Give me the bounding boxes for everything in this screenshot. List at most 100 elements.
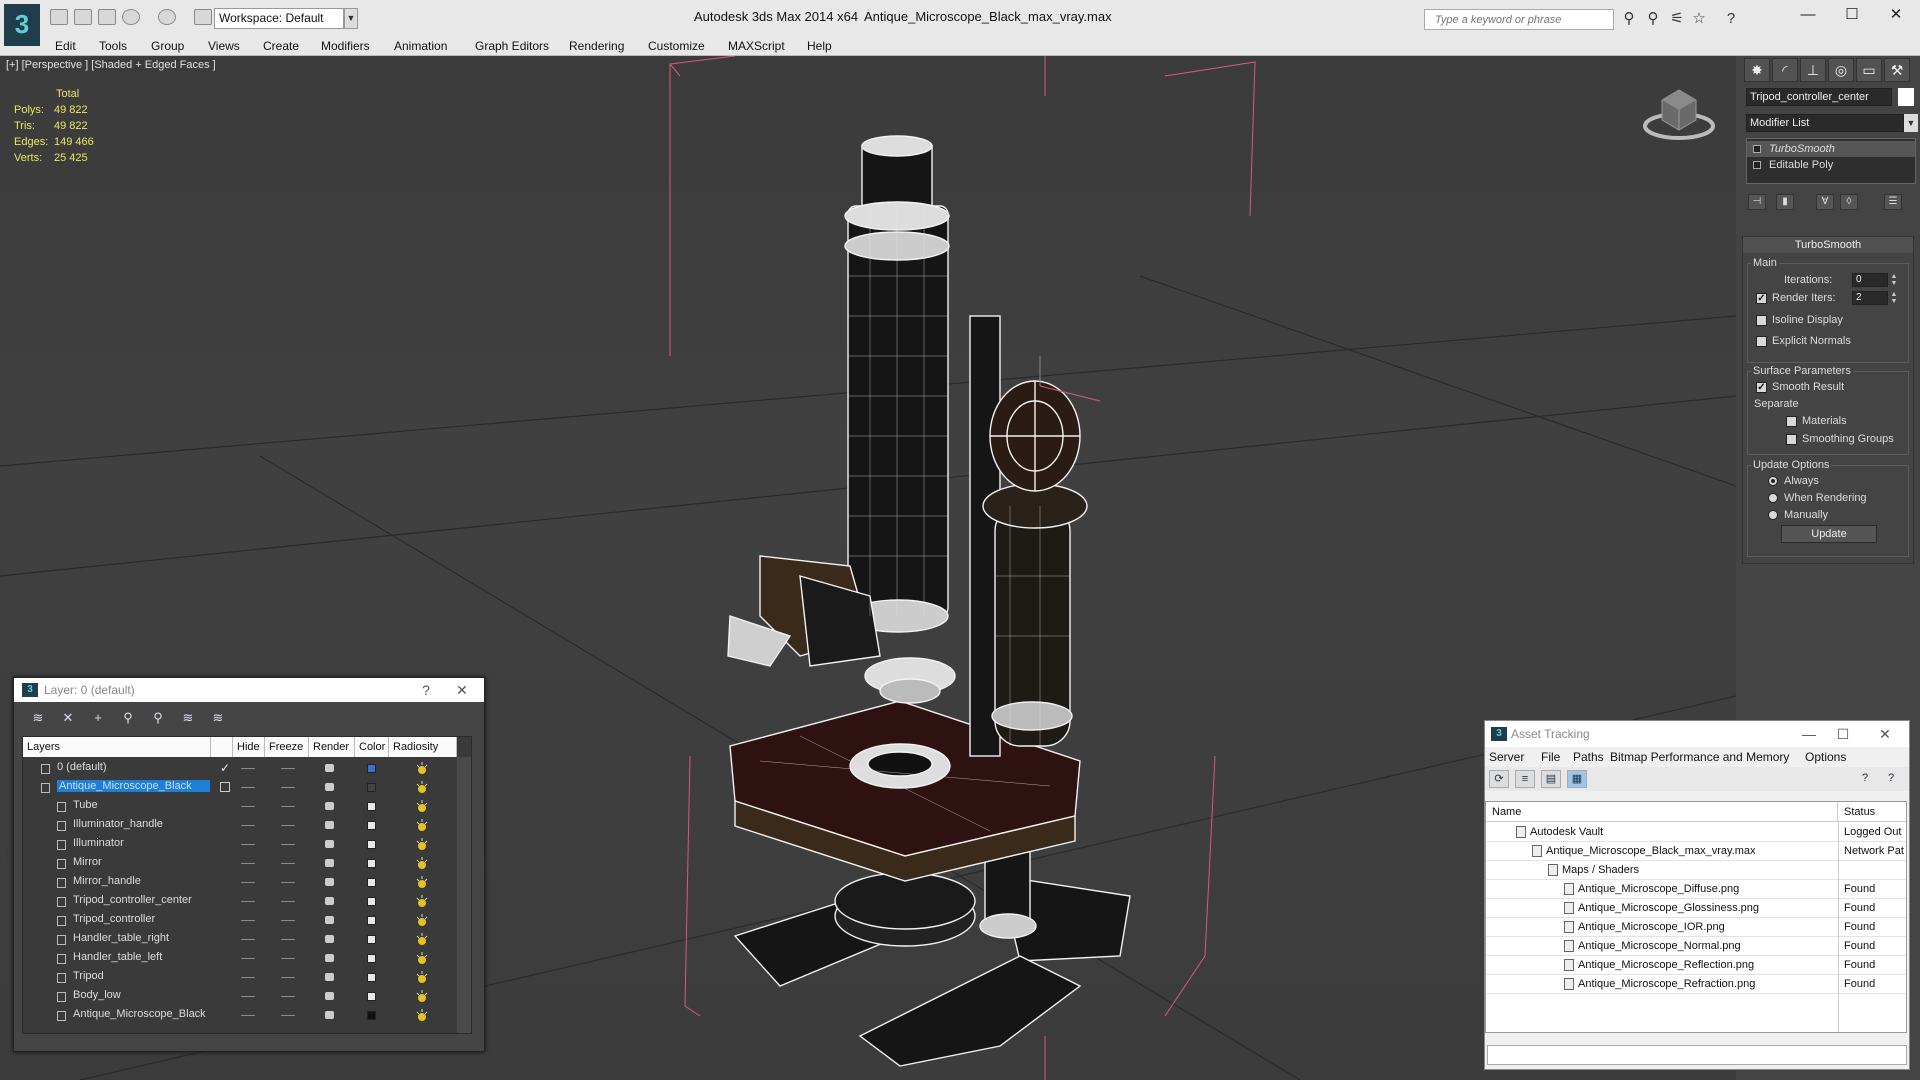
layer-name[interactable]: Antique_Microscope_Black xyxy=(57,780,210,792)
menu-help[interactable]: Help xyxy=(807,39,832,53)
hide-toggle-icon[interactable] xyxy=(241,844,255,845)
hide-toggle-icon[interactable] xyxy=(241,920,255,921)
search-icon[interactable]: ⚲ xyxy=(1644,10,1662,28)
asset-name[interactable]: Antique_Microscope_Refraction.png xyxy=(1578,978,1755,990)
make-unique-icon[interactable]: ∀ xyxy=(1816,194,1834,210)
menu-options[interactable]: Options xyxy=(1805,750,1846,764)
hide-toggle-icon[interactable] xyxy=(241,768,255,769)
motion-tab-icon[interactable]: ◎ xyxy=(1828,58,1854,82)
layer-color-swatch[interactable] xyxy=(367,897,376,906)
radiosity-icon[interactable] xyxy=(415,951,429,965)
layer-color-swatch[interactable] xyxy=(367,821,376,830)
layer-name[interactable]: Handler_table_right xyxy=(73,932,169,944)
freeze-toggle-icon[interactable] xyxy=(281,901,295,902)
radiosity-icon[interactable] xyxy=(415,837,429,851)
layer-name[interactable]: Handler_table_left xyxy=(73,951,162,963)
layer-row[interactable]: Handler_table_left xyxy=(23,949,455,968)
layer-row[interactable]: Tripod_controller_center xyxy=(23,892,455,911)
layer-name[interactable]: Tripod_controller_center xyxy=(73,894,192,906)
column-radiosity[interactable]: Radiosity xyxy=(389,737,457,757)
asset-name[interactable]: Antique_Microscope_Reflection.png xyxy=(1578,959,1754,971)
smooth-result-checkbox[interactable]: ✓ xyxy=(1756,382,1767,393)
create-layer-icon[interactable]: ≋ xyxy=(28,709,48,727)
layer-color-swatch[interactable] xyxy=(367,1011,376,1020)
render-toggle-icon[interactable] xyxy=(325,878,334,886)
menu-group[interactable]: Group xyxy=(151,39,184,53)
chevron-down-icon[interactable]: ▼ xyxy=(1904,114,1918,132)
redo-icon[interactable] xyxy=(158,9,176,25)
asset-name[interactable]: Autodesk Vault xyxy=(1530,826,1603,838)
hide-toggle-icon[interactable] xyxy=(241,787,255,788)
menu-customize[interactable]: Customize xyxy=(648,39,705,53)
asset-row[interactable]: Antique_Microscope_Black_max_vray.max Net… xyxy=(1486,842,1906,861)
asset-row[interactable]: Antique_Microscope_Diffuse.png Found xyxy=(1486,880,1906,899)
object-color-swatch[interactable] xyxy=(1898,88,1914,106)
layer-row[interactable]: Tripod xyxy=(23,968,455,987)
detail-view-icon[interactable]: ▤ xyxy=(1541,770,1561,788)
close-button[interactable]: ✕ xyxy=(450,681,474,699)
rollout-header[interactable]: TurboSmooth xyxy=(1743,237,1913,253)
asset-row[interactable]: Antique_Microscope_IOR.png Found xyxy=(1486,918,1906,937)
render-toggle-icon[interactable] xyxy=(325,973,334,981)
layer-color-swatch[interactable] xyxy=(367,973,376,982)
expand-icon[interactable] xyxy=(1753,161,1761,169)
undo-icon[interactable] xyxy=(122,9,140,25)
layer-name[interactable]: Mirror xyxy=(73,856,102,868)
freeze-toggle-icon[interactable] xyxy=(281,882,295,883)
radiosity-icon[interactable] xyxy=(415,970,429,984)
hide-toggle-icon[interactable] xyxy=(241,939,255,940)
hide-toggle-icon[interactable] xyxy=(241,825,255,826)
render-toggle-icon[interactable] xyxy=(325,859,334,867)
open-file-icon[interactable] xyxy=(74,9,92,25)
maximize-button[interactable]: ☐ xyxy=(1831,725,1855,743)
table-view-icon[interactable]: ▦ xyxy=(1567,770,1587,788)
freeze-toggle-icon[interactable] xyxy=(281,920,295,921)
layer-row[interactable]: Antique_Microscope_Black xyxy=(23,778,455,797)
workspace-dropdown[interactable]: Workspace: Default xyxy=(214,8,344,29)
layer-name[interactable]: 0 (default) xyxy=(57,761,107,773)
current-layer-check-icon[interactable]: ✓ xyxy=(220,761,230,775)
column-freeze[interactable]: Freeze xyxy=(265,737,309,757)
menu-file[interactable]: File xyxy=(1541,750,1560,764)
layer-row[interactable]: Mirror_handle xyxy=(23,873,455,892)
column-hide[interactable]: Hide xyxy=(233,737,265,757)
layer-color-swatch[interactable] xyxy=(367,954,376,963)
freeze-toggle-icon[interactable] xyxy=(281,1015,295,1016)
freeze-toggle-icon[interactable] xyxy=(281,939,295,940)
render-toggle-icon[interactable] xyxy=(325,897,334,905)
layer-color-swatch[interactable] xyxy=(367,916,376,925)
app-logo[interactable]: 3 xyxy=(4,4,40,46)
menu-graph-editors[interactable]: Graph Editors xyxy=(475,39,549,53)
spinner-arrows-icon[interactable]: ▲ ▼ xyxy=(1890,291,1898,305)
column-render[interactable]: Render xyxy=(309,737,355,757)
render-toggle-icon[interactable] xyxy=(325,802,334,810)
layer-name[interactable]: Body_low xyxy=(73,989,121,1001)
lightbulb-icon[interactable] xyxy=(1753,145,1761,153)
search-input[interactable] xyxy=(1424,9,1614,30)
render-toggle-icon[interactable] xyxy=(325,821,334,829)
layer-row[interactable]: Tube xyxy=(23,797,455,816)
chevron-down-icon[interactable]: ▼ xyxy=(344,8,358,29)
column-name[interactable]: Name xyxy=(1486,802,1838,822)
layer-color-swatch[interactable] xyxy=(367,783,376,792)
explicit-normals-checkbox[interactable] xyxy=(1756,336,1767,347)
close-button[interactable]: ✕ xyxy=(1876,4,1916,26)
hide-toggle-icon[interactable] xyxy=(241,863,255,864)
menu-edit[interactable]: Edit xyxy=(55,39,76,53)
column-layers[interactable]: Layers xyxy=(23,737,211,757)
hide-toggle-icon[interactable] xyxy=(241,806,255,807)
highlight-layer-icon[interactable]: ⚲ xyxy=(148,709,168,727)
create-tab-icon[interactable]: ✸ xyxy=(1744,58,1770,82)
hierarchy-tab-icon[interactable]: ⊥ xyxy=(1800,58,1826,82)
vertical-scrollbar[interactable] xyxy=(457,757,471,1033)
radiosity-icon[interactable] xyxy=(415,799,429,813)
object-name-field[interactable]: Tripod_controller_center xyxy=(1746,88,1892,106)
isoline-display-checkbox[interactable] xyxy=(1756,315,1767,326)
add-to-layer-icon[interactable]: + xyxy=(88,709,108,727)
radiosity-icon[interactable] xyxy=(415,761,429,775)
asset-name[interactable]: Antique_Microscope_Black_max_vray.max xyxy=(1546,845,1756,857)
viewport-label[interactable]: [+] [Perspective ] [Shaded + Edged Faces… xyxy=(6,59,216,71)
layer-name[interactable]: Tripod_controller xyxy=(73,913,155,925)
maximize-button[interactable]: ☐ xyxy=(1832,4,1872,26)
layer-row[interactable]: Body_low xyxy=(23,987,455,1006)
